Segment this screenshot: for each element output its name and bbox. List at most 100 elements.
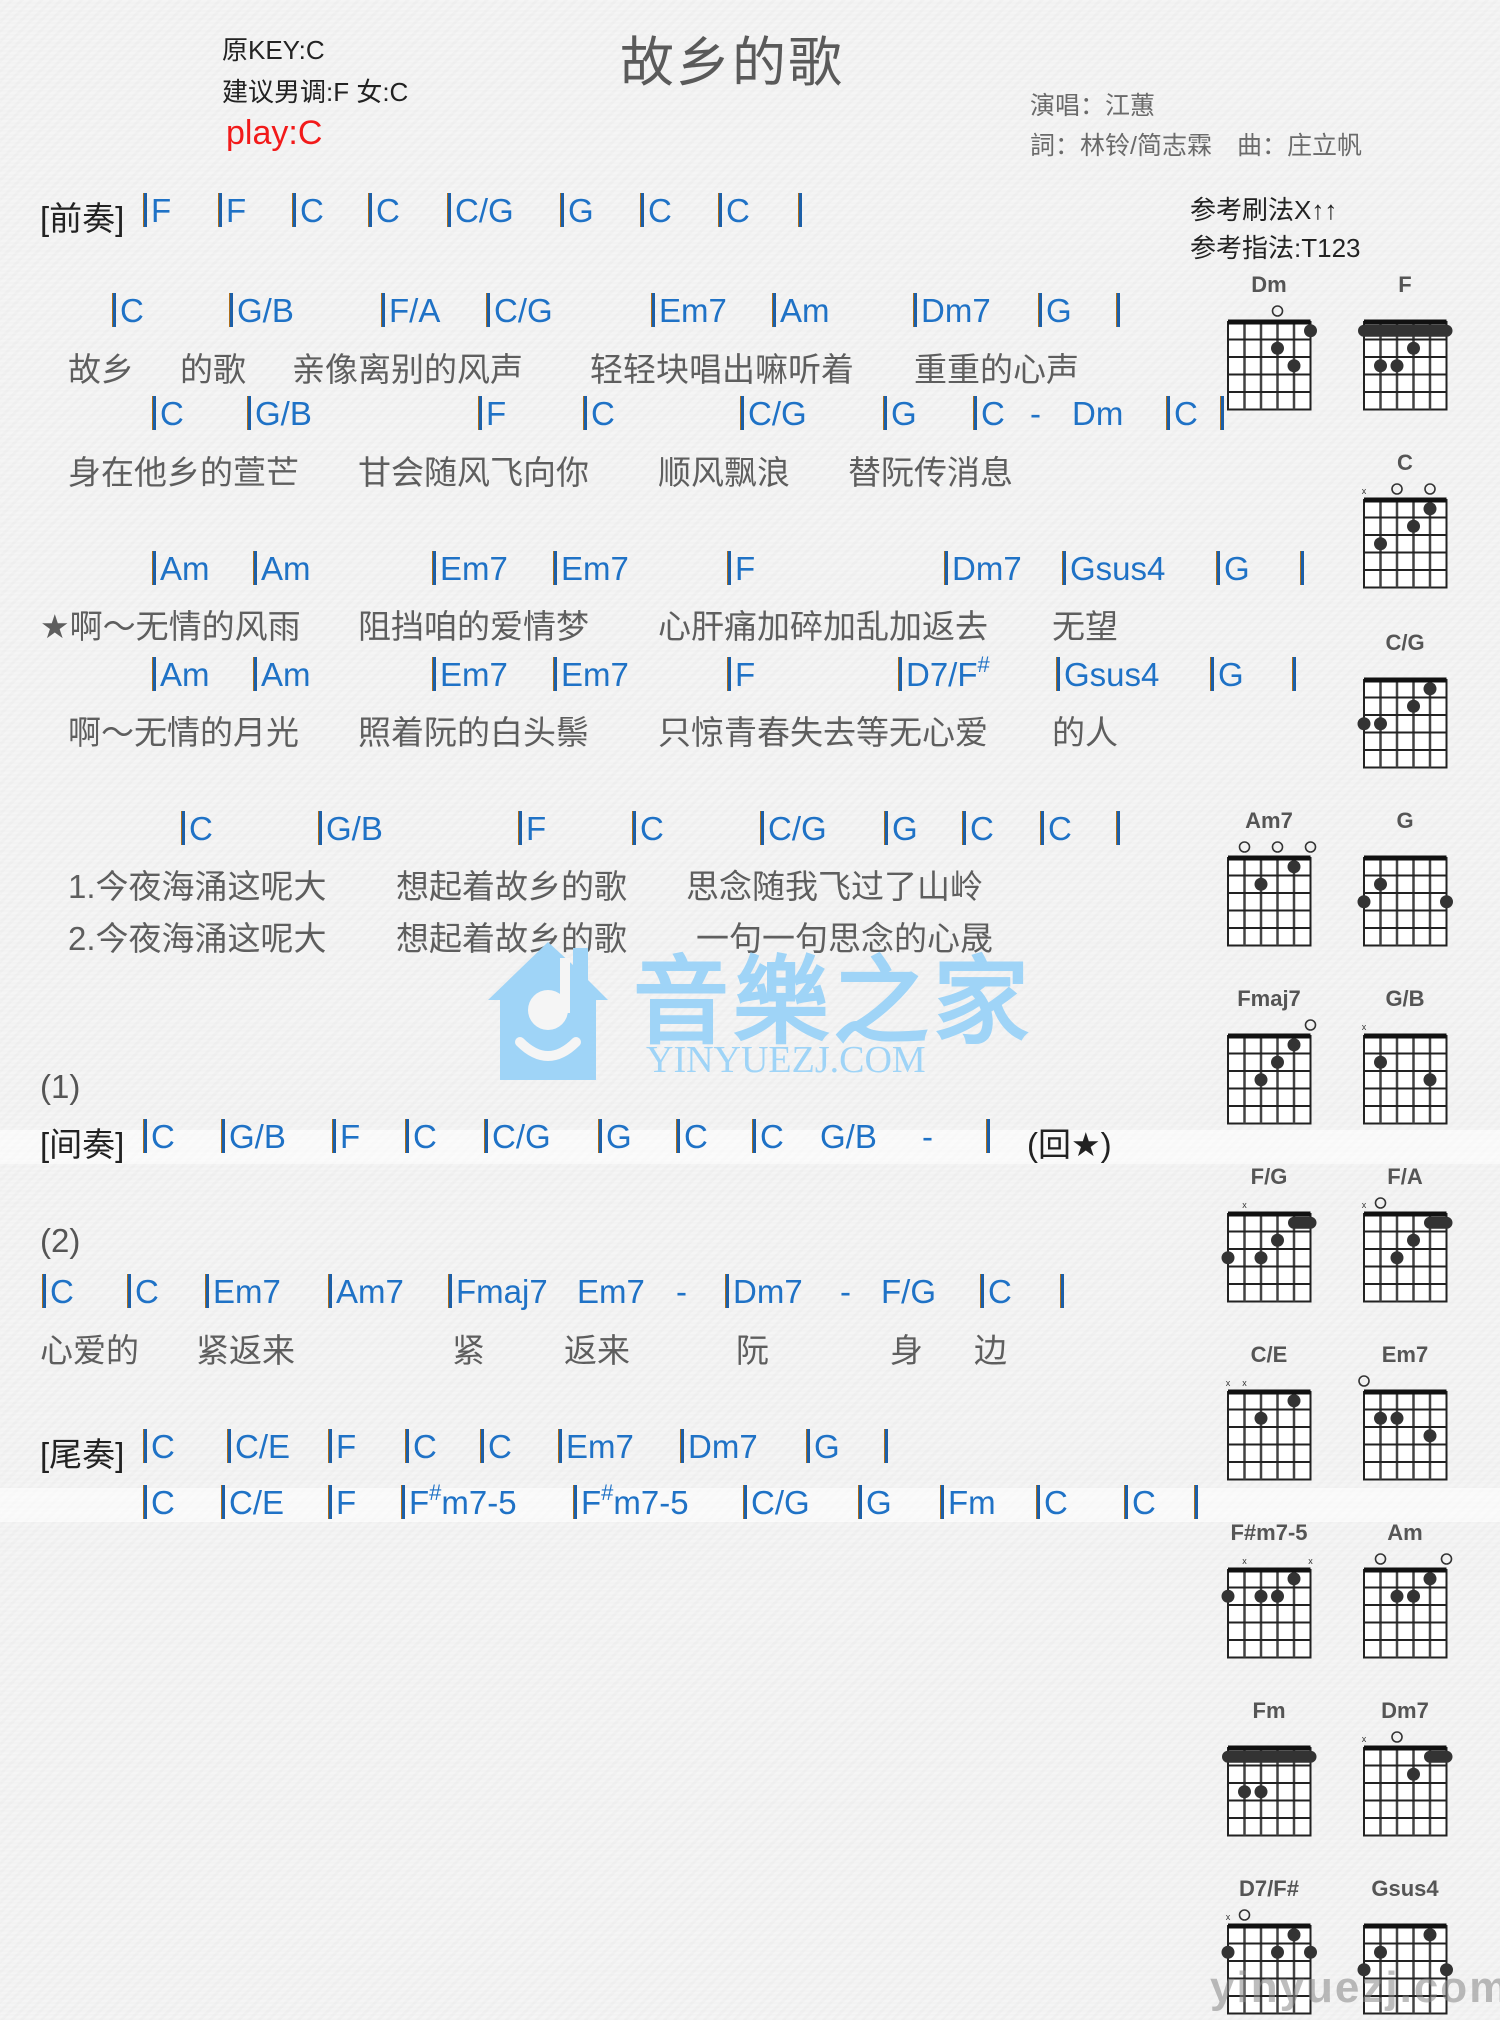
bar-line <box>227 1429 231 1463</box>
bar-line <box>986 1119 990 1153</box>
chord-text: C <box>970 810 994 847</box>
chord-chart: F/A x <box>1350 1164 1460 1304</box>
bar-line <box>152 551 156 585</box>
finger-dot <box>1423 682 1437 696</box>
chord-symbol: F <box>478 395 506 433</box>
finger-dot <box>1271 1233 1284 1247</box>
chord-symbol: Dm7 <box>913 292 991 330</box>
bar-line <box>127 1274 131 1308</box>
chord-chart: C/E x x <box>1214 1342 1324 1482</box>
chord-text: C/G <box>494 292 553 329</box>
chord-text: C/G <box>455 192 514 229</box>
chord-text: C <box>50 1273 74 1310</box>
chord-text: G <box>606 1118 632 1155</box>
chord-text: G <box>892 810 918 847</box>
chord-text: C <box>1174 395 1198 432</box>
chord-text: C <box>120 292 144 329</box>
chord-text: Em7 <box>440 656 508 693</box>
chord-symbol: F <box>518 810 546 848</box>
chord-text: Am <box>160 656 210 693</box>
finger-dot <box>1374 1055 1387 1069</box>
finger-dot <box>1304 324 1317 338</box>
chord-text: F#m7-5 <box>409 1480 517 1522</box>
chord-text: C <box>135 1273 159 1310</box>
chord-text: C <box>981 395 1005 432</box>
bar-line <box>448 1274 452 1308</box>
chord-symbol: F/A <box>381 292 440 330</box>
bar-line <box>152 396 156 430</box>
chord-chart: Dm7 x <box>1350 1698 1460 1838</box>
lyric-phrase: 想起着故乡的歌 <box>396 868 627 905</box>
chord-text: C <box>300 192 324 229</box>
bar-line <box>480 1429 484 1463</box>
bar-line <box>884 811 888 845</box>
muted-string-mark: x <box>1362 1734 1367 1744</box>
finger-dot <box>1357 717 1371 731</box>
lyric-phrase: 故乡 <box>68 351 134 388</box>
bar-line <box>1060 1274 1064 1308</box>
fretboard-diagram <box>1357 855 1453 947</box>
bar-line <box>328 1485 332 1519</box>
fretboard-diagram <box>1227 1019 1317 1125</box>
bar-line <box>318 811 322 845</box>
chord-symbol: Fm <box>940 1484 996 1522</box>
chord-symbol: C <box>405 1428 437 1466</box>
bar-line <box>328 1429 332 1463</box>
original-key: 原KEY:C <box>222 35 325 65</box>
barre-mark <box>1424 1750 1453 1763</box>
chord-text: F <box>336 1484 357 1521</box>
lyric-phrase: 返来 <box>564 1332 630 1369</box>
lyric-phrase: 甘会随风飞向你 <box>358 454 589 491</box>
bar-line <box>727 551 731 585</box>
chord-symbol: Am7 <box>328 1273 404 1311</box>
chord-symbol: C <box>1036 1484 1068 1522</box>
chord-symbol: C <box>640 192 672 230</box>
bar-line <box>898 657 902 691</box>
verse-1-lyric-line: 故乡 的歌 亲像离别的风声 轻轻块唱出嘛听着 重重的心声 <box>0 343 1220 388</box>
bar-line <box>553 657 557 691</box>
chord-symbol: Em7 <box>651 292 727 330</box>
chord-symbol: C/G <box>484 1118 551 1156</box>
chord-symbol: F#m7-5 <box>401 1480 517 1522</box>
bar-line <box>484 1119 488 1153</box>
chord-text: D7/F# <box>906 652 990 694</box>
finger-dot <box>1287 1394 1301 1408</box>
chord-chart: Am7 <box>1214 808 1324 948</box>
chord-symbol: C/G <box>760 810 827 848</box>
bar-line <box>560 193 564 227</box>
bar-line <box>883 396 887 430</box>
chord-symbol: Gsus4 <box>1056 656 1159 694</box>
bar-line <box>1116 293 1120 327</box>
chord-symbol: Am <box>772 292 830 330</box>
chord-symbol: C <box>1040 810 1072 848</box>
chord-symbol: Dm7 <box>944 550 1022 588</box>
chord-text: Fm <box>948 1484 996 1521</box>
chord-symbol: Fmaj7 <box>448 1273 548 1311</box>
fretboard-diagram: x <box>1362 1197 1453 1303</box>
bar-line <box>798 192 806 230</box>
finger-dot <box>1254 877 1268 891</box>
open-string-mark <box>1271 305 1284 317</box>
chord-text: C <box>1044 1484 1068 1521</box>
chord-symbol: C <box>112 292 144 330</box>
chord-symbol: F <box>727 550 755 588</box>
bar-line <box>368 193 372 227</box>
open-string-mark <box>1391 483 1403 495</box>
chord-text: F <box>735 656 756 693</box>
bar-line <box>143 1485 147 1519</box>
bar-line <box>640 193 644 227</box>
interlude-chord-line: C G/B F C C/G G C C G/B - [间奏] (回★) <box>0 1118 1220 1163</box>
chord-symbol: C/G <box>486 292 553 330</box>
muted-string-mark: x <box>1308 1556 1313 1566</box>
lyric-phrase: 心爱的 <box>40 1332 139 1369</box>
fretboard-grid <box>1363 857 1448 947</box>
open-string-mark <box>1304 841 1317 853</box>
chord-text: G/B <box>229 1118 286 1155</box>
chord-text: C <box>1048 810 1072 847</box>
bar-line <box>583 396 587 430</box>
chord-symbol: Am <box>152 550 210 588</box>
chord-symbol: G/B <box>820 1118 877 1156</box>
chord-symbol: F <box>332 1118 360 1156</box>
chord-text: G <box>1224 550 1250 587</box>
fretboard-diagram <box>1227 841 1317 947</box>
